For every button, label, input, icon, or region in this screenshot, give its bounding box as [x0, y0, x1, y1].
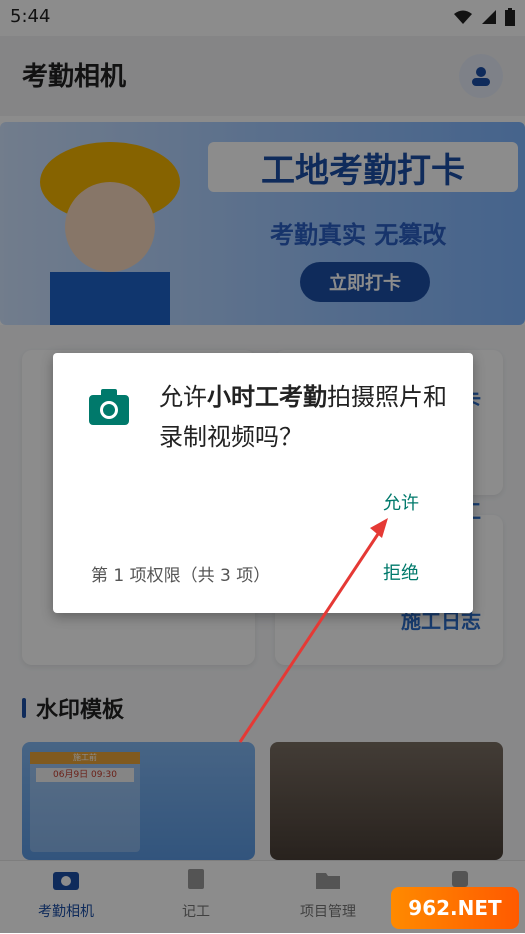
allow-button[interactable]: 允许 — [383, 489, 419, 515]
permission-dialog: 允许小时工考勤拍摄照片和录制视频吗？ 允许 第 1 项权限（共 3 项） 拒绝 — [53, 353, 473, 613]
permission-message: 允许小时工考勤拍摄照片和录制视频吗？ — [159, 383, 447, 451]
app-name: 小时工考勤 — [207, 383, 327, 411]
site-watermark-logo: 962.NET — [391, 887, 519, 929]
permission-counter: 第 1 项权限（共 3 项） — [91, 566, 271, 586]
camera-icon — [89, 389, 129, 425]
deny-button[interactable]: 拒绝 — [383, 559, 419, 585]
